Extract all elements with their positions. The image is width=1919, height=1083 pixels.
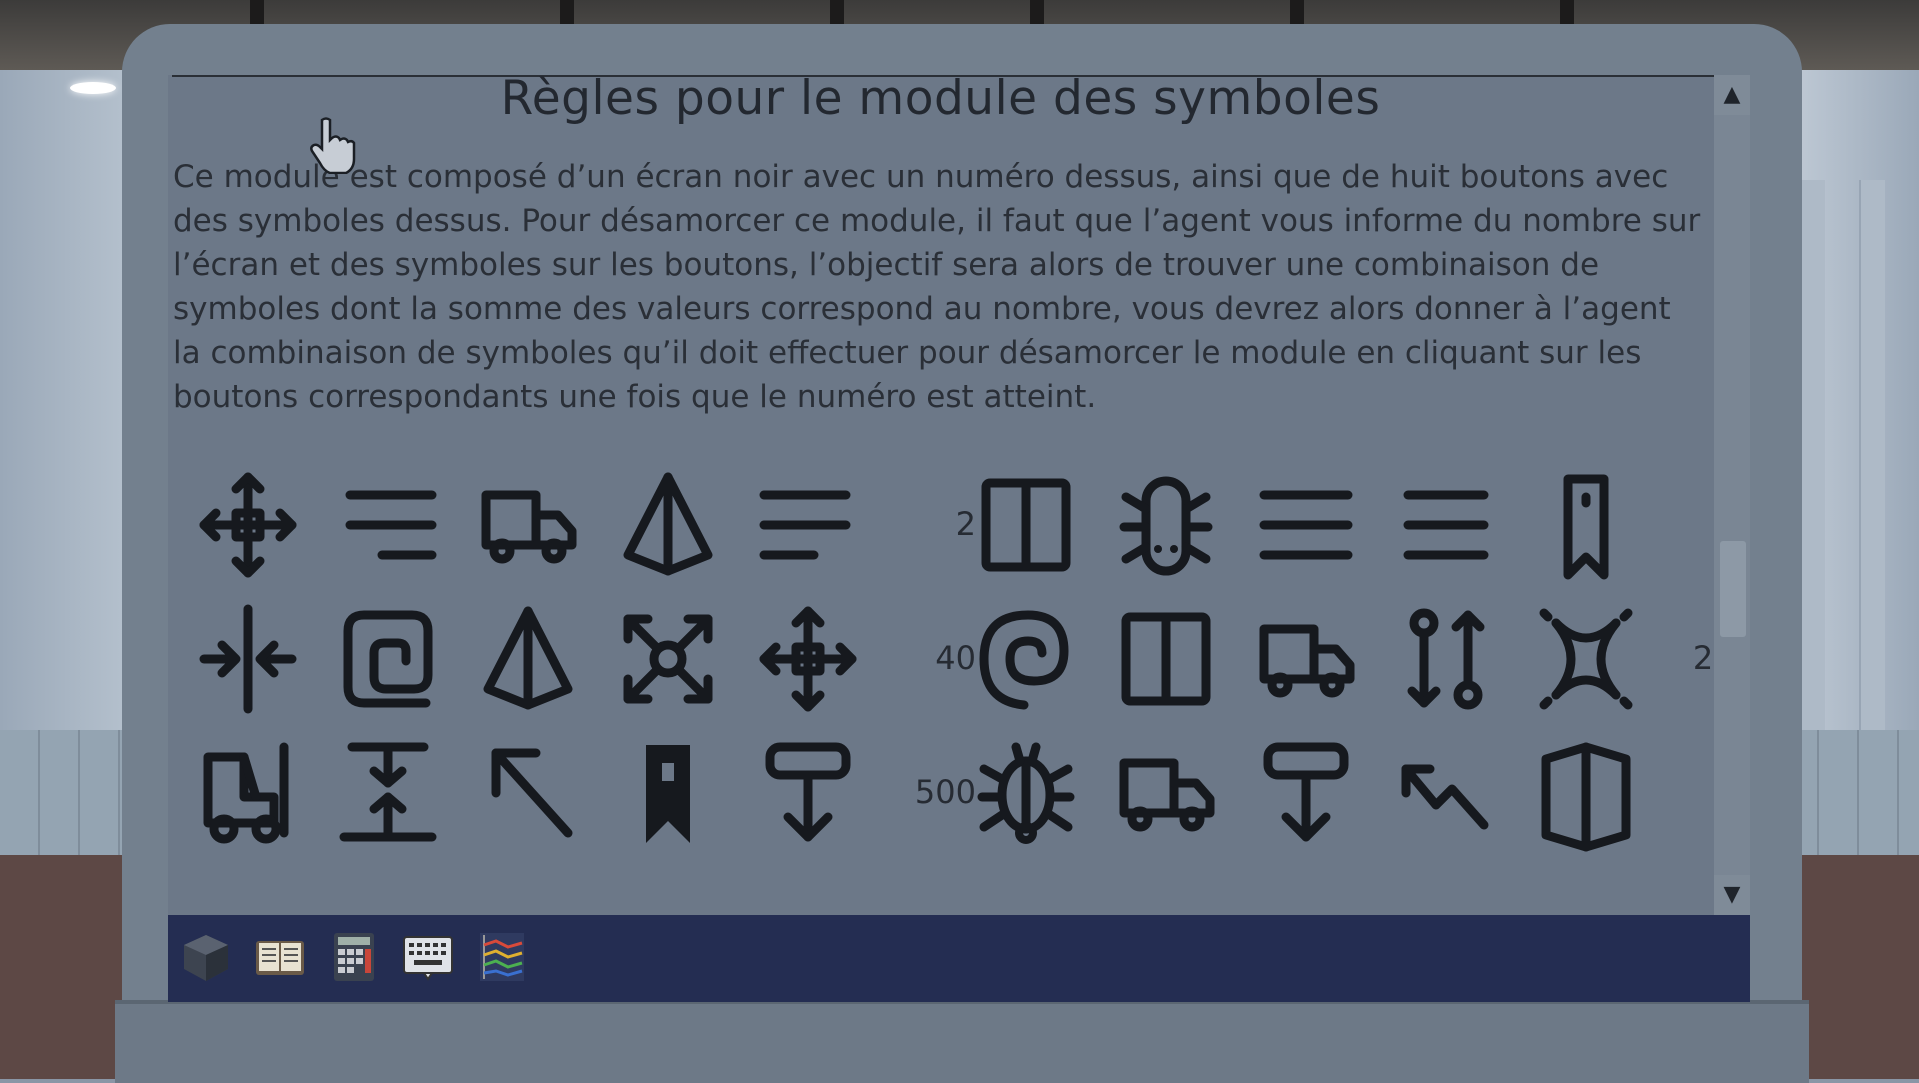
bookmark-filled-icon [616,733,720,853]
calculator-icon[interactable] [326,929,382,985]
truck-icon [1114,733,1218,853]
align-left-lines-icon [756,465,860,585]
taskbar [168,915,1750,1002]
symbol-value: 2 [955,505,976,543]
swap-vertical-icon [1394,599,1498,719]
wall-panel [1859,180,1885,810]
spiral-icon [974,599,1078,719]
bookmark-icon [1534,465,1638,585]
book-panel-icon [974,465,1078,585]
menu-lines-short-icon [1394,465,1498,585]
left-wall [0,70,140,730]
prism-icon [476,599,580,719]
cube-icon[interactable] [178,929,234,985]
arrow-up-left-icon [476,733,580,853]
paint-roller-icon [1254,733,1358,853]
ceiling-lamp [70,82,116,94]
hand-cursor-icon [308,116,356,175]
symbol-value: 40 [935,639,976,677]
keyboard-icon[interactable] [400,929,456,985]
forklift-icon [196,733,300,853]
manual-book-icon[interactable] [252,929,308,985]
scroll-thumb[interactable] [1720,541,1746,637]
collapse-arrows-icon [196,599,300,719]
menu-lines-icon [1254,465,1358,585]
move-arrows-icon [196,465,300,585]
scroll-up-button[interactable]: ▲ [1714,75,1750,115]
vertical-scrollbar[interactable]: ▲ ▼ [1714,75,1750,915]
arrows-down-up-icon [336,733,440,853]
laptop-screen: Règles pour le module des symboles Ce mo… [168,75,1750,1002]
expand-arrows-icon [616,599,720,719]
rules-paragraph: Ce module est composé d’un écran noir av… [173,159,1701,415]
book-panel-icon [1114,599,1218,719]
floor-left [0,730,140,860]
symbol-value: 500 [914,773,976,811]
symbol-value: 12 [1664,773,1713,811]
align-right-lines-icon [336,465,440,585]
spiral-square-icon [336,599,440,719]
scroll-down-button[interactable]: ▼ [1714,875,1750,915]
symbol-table: 2 5 40 200 500 12 [196,465,1713,915]
symbol-value: 200 [1692,639,1713,677]
trend-arrow-icon [1394,733,1498,853]
graph-icon[interactable] [474,929,530,985]
open-book-icon [1534,733,1638,853]
bug-wide-icon [1114,465,1218,585]
truck-icon [476,465,580,585]
burst-icon [1534,599,1638,719]
page-title: Règles pour le module des symboles [500,75,1381,126]
manual-document[interactable]: Règles pour le module des symboles Ce mo… [168,75,1713,915]
paint-roller-icon [756,733,860,853]
move-arrows-icon [756,599,860,719]
laptop-base [115,1000,1809,1083]
bug-icon [974,733,1078,853]
symbol-value: 5 [1664,505,1713,543]
truck-icon [1254,599,1358,719]
prism-icon [616,465,720,585]
wall-panel [1799,180,1825,810]
